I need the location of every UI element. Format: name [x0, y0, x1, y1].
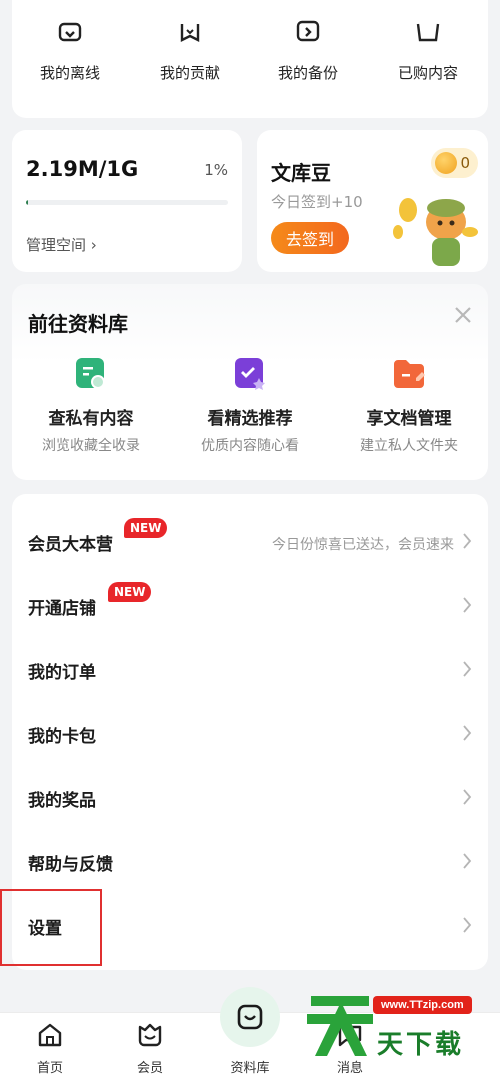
quick-item-label: 已购内容 — [397, 64, 458, 82]
library-item-desc: 浏览收藏全收录 — [42, 438, 140, 454]
bean-card: 文库豆 今日签到+10 去签到 0 — [257, 130, 488, 272]
manage-storage-link[interactable]: 管理空间 › — [26, 234, 97, 255]
menu-item-label: 我的卡包 — [28, 727, 96, 747]
checkin-button[interactable]: 去签到 — [271, 222, 349, 254]
library-item-featured[interactable]: 看精选推荐 优质内容随心看 — [175, 356, 325, 455]
chevron-right-icon — [463, 597, 472, 613]
mascot-illustration — [393, 198, 478, 266]
menu-item-prizes[interactable]: 我的奖品 — [12, 764, 488, 828]
quick-item-label: 我的离线 — [39, 64, 100, 82]
nav-label: 会员 — [136, 1061, 163, 1076]
menu-item-open-store[interactable]: 开通店铺 NEW — [12, 572, 488, 636]
coin-icon — [435, 152, 458, 174]
library-nav-bubble[interactable] — [220, 987, 280, 1047]
quick-item-offline[interactable]: 我的离线 — [20, 22, 120, 83]
storage-percent: 1% — [204, 161, 228, 179]
watermark-url: www.TTzip.com — [373, 996, 472, 1014]
chevron-right-icon — [463, 789, 472, 805]
library-item-name: 享文档管理 — [366, 409, 452, 429]
menu-item-cards[interactable]: 我的卡包 — [12, 700, 488, 764]
library-item-desc: 建立私人文件夹 — [360, 438, 458, 454]
storage-progress-fill — [26, 200, 29, 205]
menu-item-help[interactable]: 帮助与反馈 — [12, 828, 488, 892]
quick-item-backup[interactable]: 我的备份 — [258, 20, 358, 83]
library-title: 前往资料库 — [28, 312, 128, 336]
member-icon — [138, 1023, 162, 1047]
library-item-name: 查私有内容 — [48, 409, 134, 429]
new-badge: NEW — [124, 518, 168, 538]
quick-item-label: 我的备份 — [277, 64, 338, 82]
library-icon — [237, 1004, 263, 1030]
nav-library[interactable]: 资料库 — [200, 1049, 300, 1076]
library-item-desc: 优质内容随心看 — [201, 438, 299, 454]
menu-item-label: 开通店铺 — [28, 599, 96, 619]
folder-icon — [394, 360, 425, 388]
chevron-right-icon — [463, 853, 472, 869]
settings-highlight-box — [0, 889, 102, 966]
watermark-text: 天下载 — [377, 1030, 465, 1060]
menu-item-member-camp[interactable]: 会员大本营 NEW 今日份惊喜已送达，会员速来 — [12, 508, 488, 572]
featured-icon — [235, 358, 265, 390]
menu-item-label: 我的奖品 — [28, 791, 96, 811]
chevron-right-icon — [463, 725, 472, 741]
private-content-icon — [76, 358, 105, 389]
nav-label: 资料库 — [230, 1061, 270, 1076]
coin-badge[interactable]: 0 — [431, 148, 478, 178]
offline-icon — [58, 22, 82, 42]
menu-item-label: 会员大本营 — [28, 535, 113, 555]
quick-item-purchased[interactable]: 已购内容 — [378, 23, 478, 83]
quick-item-contribution[interactable]: 我的贡献 — [140, 24, 240, 83]
nav-home[interactable]: 首页 — [0, 1013, 100, 1076]
chevron-right-icon — [463, 917, 472, 933]
close-icon[interactable] — [452, 304, 474, 326]
chevron-right-icon — [463, 661, 472, 677]
watermark: www.TTzip.com 天下载 — [305, 990, 495, 1060]
chevron-right-icon — [463, 533, 472, 549]
quick-item-label: 我的贡献 — [159, 64, 220, 82]
menu-item-label: 帮助与反馈 — [28, 855, 113, 875]
storage-value: 2.19M/1G — [26, 157, 139, 181]
nav-label: 首页 — [36, 1061, 63, 1076]
menu-item-orders[interactable]: 我的订单 — [12, 636, 488, 700]
backup-icon — [296, 20, 320, 42]
bean-subtitle: 今日签到+10 — [271, 193, 363, 211]
storage-card[interactable]: 2.19M/1G 1% 管理空间 › — [12, 130, 242, 272]
watermark-logo — [307, 996, 373, 1056]
coin-count: 0 — [460, 154, 470, 172]
library-item-private[interactable]: 查私有内容 浏览收藏全收录 — [16, 356, 166, 455]
library-card: 前往资料库 查私有内容 浏览收藏全收录 看精选推荐 优质内容随心看 享文档管理 … — [12, 284, 488, 480]
menu-item-label: 我的订单 — [28, 663, 96, 683]
quick-access-card: 我的离线 我的贡献 我的备份 已购内容 — [12, 0, 488, 118]
menu-item-hint: 今日份惊喜已送达，会员速来 — [272, 537, 454, 553]
purchased-icon — [416, 23, 440, 42]
nav-member[interactable]: 会员 — [100, 1013, 200, 1076]
contribution-icon — [180, 24, 200, 42]
library-item-folder[interactable]: 享文档管理 建立私人文件夹 — [334, 356, 484, 455]
bean-title: 文库豆 — [271, 161, 331, 185]
new-badge: NEW — [108, 582, 152, 602]
storage-progress-bar — [26, 200, 228, 205]
library-item-name: 看精选推荐 — [207, 409, 293, 429]
home-icon — [38, 1023, 62, 1047]
